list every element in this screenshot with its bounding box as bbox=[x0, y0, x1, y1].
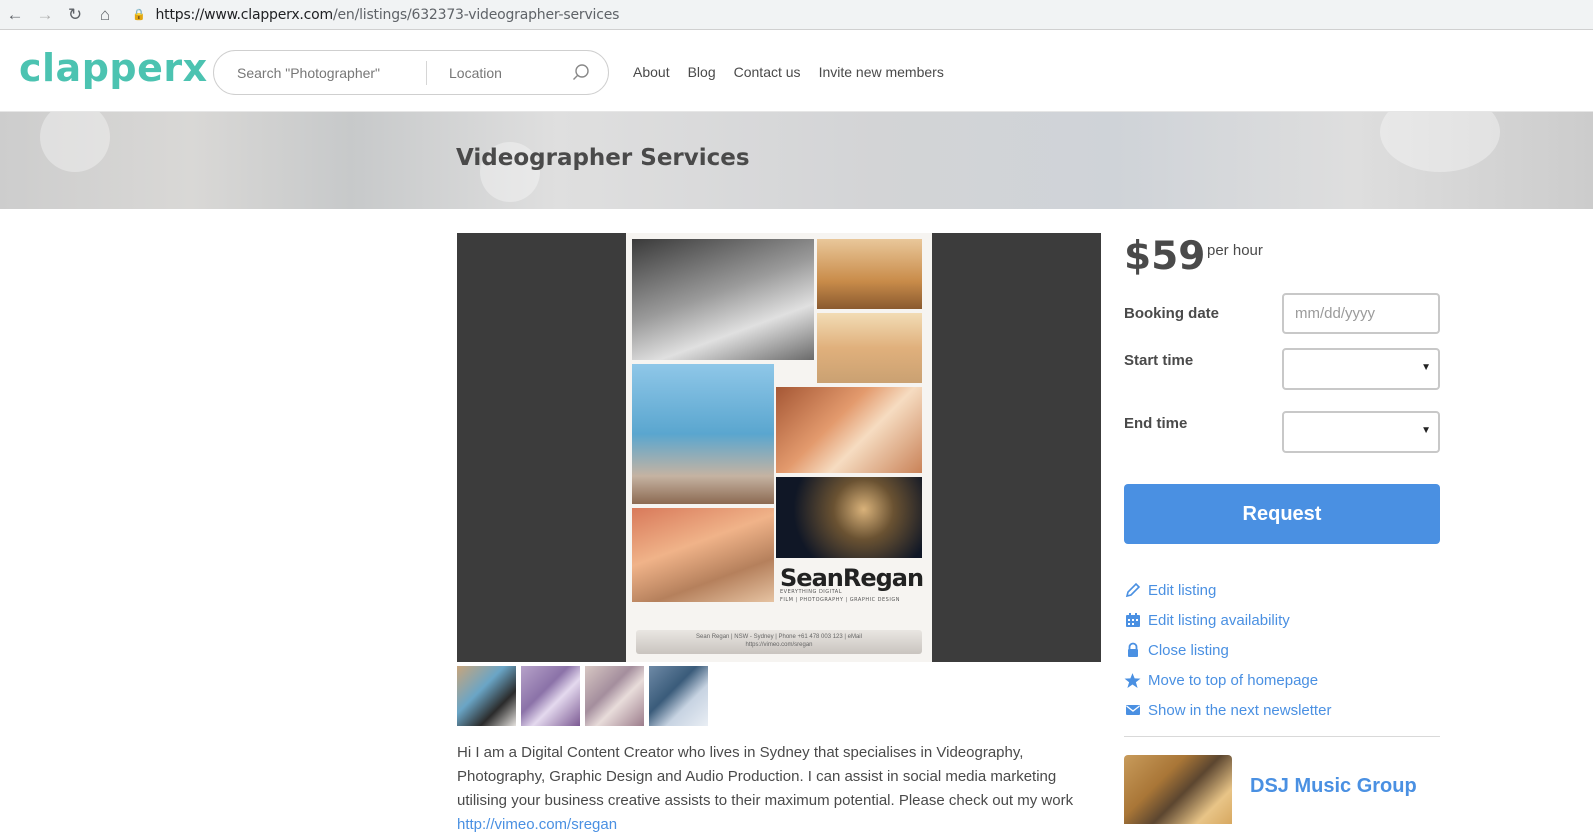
top-nav: About Blog Contact us Invite new members bbox=[633, 64, 962, 80]
sidebar-divider bbox=[1124, 736, 1440, 737]
poster-vimeo-text: https://vimeo.com/sregan bbox=[745, 642, 813, 648]
close-listing-link[interactable]: Close listing bbox=[1124, 635, 1331, 665]
listing-actions: Edit listing Edit listing availability C… bbox=[1124, 575, 1331, 725]
thumbnail-1[interactable] bbox=[457, 666, 516, 726]
end-time-select[interactable]: ▼ bbox=[1282, 411, 1440, 453]
thumbnail-4[interactable] bbox=[649, 666, 708, 726]
thumbnail-3[interactable] bbox=[585, 666, 644, 726]
photo-beach-couple bbox=[817, 239, 922, 309]
photo-night-car bbox=[776, 477, 922, 558]
action-label: Show in the next newsletter bbox=[1148, 701, 1332, 719]
nav-invite[interactable]: Invite new members bbox=[819, 64, 944, 80]
listing-image-gallery[interactable]: SeanRegan EVERYTHING DIGITAL FILM | PHOT… bbox=[457, 233, 1101, 662]
search-input[interactable]: Search "Photographer" bbox=[214, 60, 427, 85]
reload-icon[interactable]: ↻ bbox=[60, 1, 90, 29]
listing-description: Hi I am a Digital Content Creator who li… bbox=[457, 741, 1097, 837]
page-title: Videographer Services bbox=[456, 145, 750, 171]
url-path: /en/listings/632373-videographer-service… bbox=[332, 6, 620, 23]
address-bar[interactable]: 🔒 https://www.clapperx.com/en/listings/6… bbox=[132, 2, 619, 28]
request-button[interactable]: Request bbox=[1124, 484, 1440, 544]
star-icon bbox=[1124, 672, 1141, 689]
description-link[interactable]: http://vimeo.com/sregan bbox=[457, 816, 617, 833]
edit-availability-link[interactable]: Edit listing availability bbox=[1124, 605, 1331, 635]
pencil-icon bbox=[1124, 582, 1141, 599]
nav-blog[interactable]: Blog bbox=[688, 64, 716, 80]
thumbnail-2[interactable] bbox=[521, 666, 580, 726]
forward-icon[interactable]: → bbox=[30, 1, 60, 29]
author-name[interactable]: DSJ Music Group bbox=[1250, 775, 1417, 798]
poster-tagline: FILM | PHOTOGRAPHY | GRAPHIC DESIGN bbox=[780, 597, 900, 603]
move-to-top-link[interactable]: Move to top of homepage bbox=[1124, 665, 1331, 695]
seanregan-logo: SeanRegan EVERYTHING DIGITAL FILM | PHOT… bbox=[780, 564, 924, 614]
action-label: Close listing bbox=[1148, 641, 1229, 659]
action-label: Edit listing availability bbox=[1148, 611, 1290, 629]
edit-listing-link[interactable]: Edit listing bbox=[1124, 575, 1331, 605]
photo-forest-light bbox=[776, 387, 922, 473]
search-icon[interactable] bbox=[572, 63, 590, 81]
start-time-label: Start time bbox=[1124, 352, 1194, 369]
envelope-icon bbox=[1124, 702, 1141, 719]
nav-contact[interactable]: Contact us bbox=[734, 64, 801, 80]
newsletter-link[interactable]: Show in the next newsletter bbox=[1124, 695, 1331, 725]
booking-date-label: Booking date bbox=[1124, 305, 1220, 322]
url-host: https://www.clapperx.com bbox=[155, 6, 334, 23]
listing-banner: Videographer Services bbox=[0, 112, 1593, 209]
action-label: Move to top of homepage bbox=[1148, 671, 1319, 689]
photo-beach-dance bbox=[632, 364, 774, 504]
end-time-label: End time bbox=[1124, 415, 1188, 432]
browser-toolbar: ← → ↻ ⌂ 🔒 https://www.clapperx.com/en/li… bbox=[0, 0, 1593, 30]
lock-icon: 🔒 bbox=[132, 8, 146, 21]
nav-about[interactable]: About bbox=[633, 64, 670, 80]
site-header: clapperx Search "Photographer" Location … bbox=[0, 31, 1593, 112]
lock-icon bbox=[1124, 642, 1141, 659]
action-label: Edit listing bbox=[1148, 581, 1217, 599]
banner-decoration bbox=[1380, 112, 1500, 172]
poster-contact-strip: Sean Regan | NSW - Sydney | Phone +61 47… bbox=[636, 630, 922, 654]
price-value: $59 bbox=[1124, 234, 1206, 279]
photo-sand-pose bbox=[817, 313, 922, 383]
search-bar: Search "Photographer" Location bbox=[213, 50, 609, 95]
booking-date-input[interactable]: mm/dd/yyyy bbox=[1282, 293, 1440, 334]
photo-tree-sitting bbox=[632, 508, 774, 602]
thumbnail-strip bbox=[457, 666, 708, 726]
poster-logo-text: SeanRegan bbox=[780, 564, 924, 592]
listing-main-image: SeanRegan EVERYTHING DIGITAL FILM | PHOT… bbox=[626, 233, 932, 662]
back-icon[interactable]: ← bbox=[0, 1, 30, 29]
chevron-down-icon: ▼ bbox=[1421, 362, 1431, 373]
photo-portrait-bw bbox=[632, 239, 814, 360]
chevron-down-icon: ▼ bbox=[1421, 425, 1431, 436]
start-time-select[interactable]: ▼ bbox=[1282, 348, 1440, 390]
author-avatar[interactable] bbox=[1124, 755, 1232, 824]
calendar-icon bbox=[1124, 612, 1141, 629]
clapperx-logo[interactable]: clapperx bbox=[19, 46, 208, 90]
description-text: Hi I am a Digital Content Creator who li… bbox=[457, 744, 1074, 809]
home-icon[interactable]: ⌂ bbox=[90, 1, 120, 29]
banner-decoration bbox=[40, 112, 110, 172]
poster-contact-text: Sean Regan | NSW - Sydney | Phone +61 47… bbox=[696, 634, 862, 640]
price-unit: per hour bbox=[1207, 242, 1263, 259]
